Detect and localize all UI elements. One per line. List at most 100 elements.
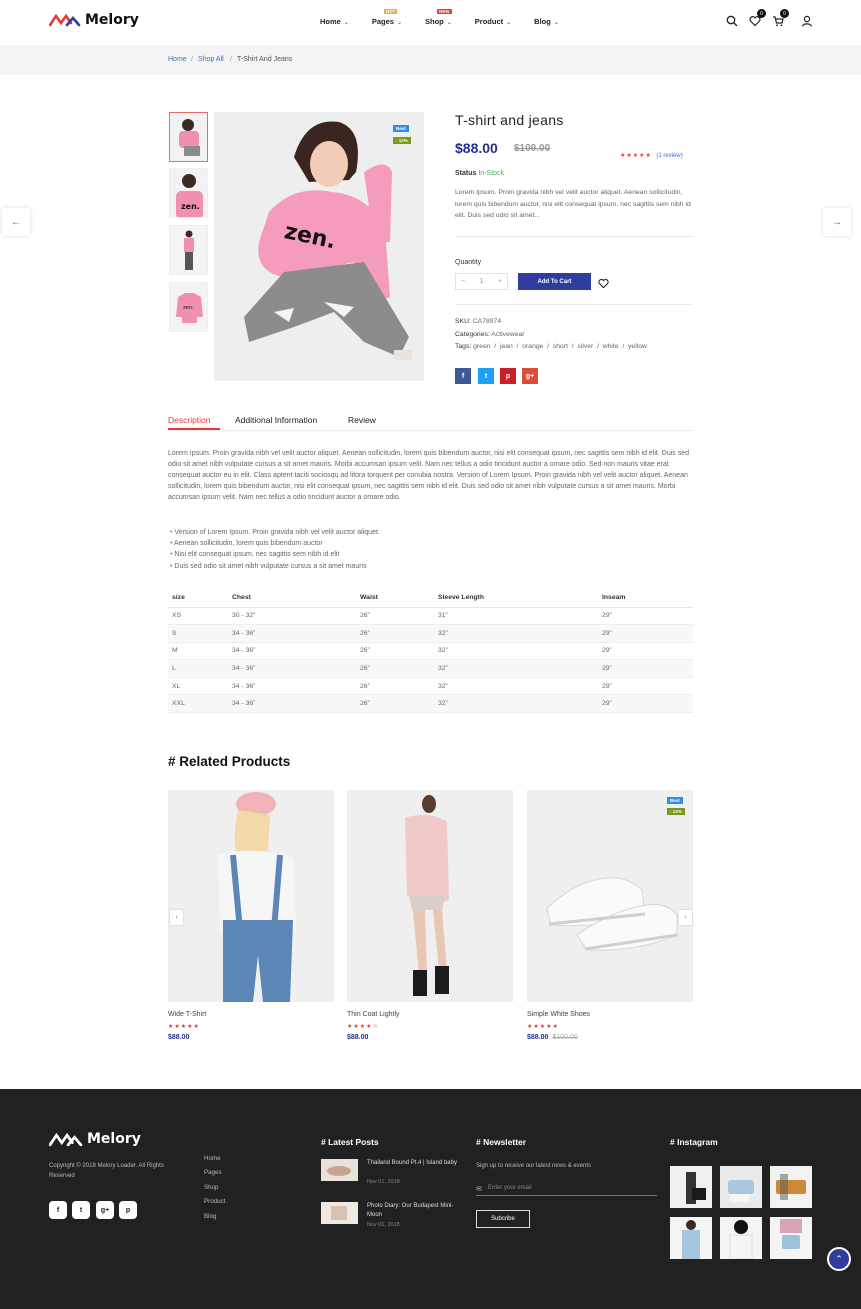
plus-icon[interactable]: + [498,278,502,285]
instagram-photo[interactable] [770,1166,812,1208]
add-to-cart-button[interactable]: Add To Cart [518,273,591,290]
user-icon[interactable] [801,14,813,27]
post-title[interactable]: Photo Diary: Our Budapest Mini-Moon [367,1202,467,1220]
table-cell: 34 - 36” [228,624,356,643]
footer-link-pages[interactable]: Pages [204,1166,225,1180]
wishlist-icon[interactable]: 0 [749,9,766,27]
product-image[interactable] [347,790,513,1002]
nav-shop[interactable]: NEW Shop ⌄ [425,9,452,26]
post-item[interactable]: Photo Diary: Our Budapest Mini-Moon Nov … [321,1202,471,1232]
table-cell: 32” [434,659,598,678]
footer-link-product[interactable]: Product [204,1195,225,1209]
nav-pages[interactable]: HOT Pages ⌄ [372,9,403,26]
category-link[interactable]: Activewear [491,331,524,338]
pinterest-icon[interactable]: p [119,1201,137,1219]
post-thumbnail[interactable] [321,1202,358,1224]
product-thumb[interactable]: zen. [169,282,208,332]
cart-icon[interactable]: 0 [772,9,789,27]
product-main-image[interactable]: zen. Best - 12% [214,112,424,381]
back-to-top-chevron-up-icon[interactable]: ⌃ [827,1247,851,1271]
divider [455,304,693,305]
table-row: S 34 - 36” 26” 32” 29” [168,624,693,643]
rating-stars: ★★★★★ [620,153,652,159]
logo[interactable]: Melory [49,12,139,28]
nav-blog[interactable]: Blog ⌄ [534,17,559,26]
tag-links[interactable]: green / jean / orange / short / silver /… [473,343,647,350]
facebook-share-icon[interactable]: f [455,368,471,384]
next-product-arrow-icon[interactable]: → [823,208,851,236]
breadcrumb-home[interactable]: Home [168,56,187,63]
footer-link-shop[interactable]: Shop [204,1181,225,1195]
table-cell: 29” [598,642,693,661]
chevron-down-icon: ⌄ [506,20,512,26]
related-product-card[interactable]: Thin Coat Lightly ★★★★☆ $88.00 [347,790,513,1041]
breadcrumb-separator: / [230,56,232,63]
google-plus-icon[interactable]: g+ [96,1201,114,1219]
product-thumb[interactable]: zen. [169,168,208,218]
instagram-photo[interactable] [670,1217,712,1259]
product-image[interactable]: Best - 12% [527,790,693,1002]
post-item[interactable]: Thailand Bound Pt.4 | Island baby Nov 01… [321,1159,471,1189]
tab-review[interactable]: Review [348,415,376,425]
footer-logo[interactable]: Melory [49,1131,141,1147]
divider [455,236,693,237]
breadcrumb-shop[interactable]: Shop All [198,56,224,63]
column-header: Waist [356,589,434,608]
product-name[interactable]: Thin Coat Lightly [347,1011,513,1018]
list-item: Nisi elit consequat ipsum, nec sagittis … [170,549,380,560]
review-link[interactable]: (1 review) [656,153,682,159]
newsletter-text: Sign up to receive our latest news & eve… [476,1163,592,1169]
description-bullets: Version of Lorem Ipsum. Proin gravida ni… [170,527,380,572]
table-cell: 26” [356,659,434,678]
email-input[interactable]: ✉ Enter your email [476,1180,657,1196]
instagram-photo[interactable] [770,1217,812,1259]
footer-link-home[interactable]: Home [204,1152,225,1166]
facebook-icon[interactable]: f [49,1201,67,1219]
price: $88.00 [527,1034,549,1041]
subscribe-button[interactable]: Subcribe [476,1210,530,1228]
instagram-heading: # Instagram [670,1137,718,1147]
quantity-value[interactable]: 1 [480,278,484,285]
table-cell: 26” [356,642,434,661]
post-title[interactable]: Thailand Bound Pt.4 | Island baby [367,1159,467,1168]
product-name[interactable]: Simple White Shoes [527,1011,693,1018]
carousel-prev-arrow-icon[interactable]: ‹ [170,910,183,925]
carousel-next-arrow-icon[interactable]: › [679,910,692,925]
list-item: Duis sed odio sit amet nibh vulputate cu… [170,561,380,572]
table-row: M 34 - 36” 26” 32” 29” [168,642,693,661]
product-thumb[interactable] [169,112,208,162]
instagram-photo[interactable] [670,1166,712,1208]
instagram-photo[interactable] [720,1166,762,1208]
table-cell: 30 - 32” [228,607,356,626]
copyright-text: Copyright © 2018 Melory Loader. All Righ… [49,1163,164,1179]
table-cell: 32” [434,677,598,696]
related-product-card[interactable]: Best - 12% Simple White Shoes ★★★★★ $88.… [527,790,693,1041]
table-row: XXL 34 - 36” 26” 32” 29” [168,694,693,714]
quantity-stepper[interactable]: − 1 + [455,273,508,290]
twitter-icon[interactable]: t [72,1201,90,1219]
post-thumbnail[interactable] [321,1159,358,1181]
table-cell: 34 - 36” [228,642,356,661]
tags-row: Tags: green / jean / orange / short / si… [455,343,647,350]
chevron-down-icon: ⌄ [396,20,403,26]
instagram-photo[interactable] [720,1217,762,1259]
pinterest-share-icon[interactable]: p [500,368,516,384]
minus-icon[interactable]: − [461,278,465,285]
tab-additional-information[interactable]: Additional Information [235,415,317,425]
nav-home[interactable]: Home ⌄ [320,17,349,26]
nav-label: Product [474,17,504,26]
product-image[interactable] [168,790,334,1002]
footer-link-blog[interactable]: Blog [204,1210,225,1224]
google-plus-share-icon[interactable]: g+ [522,368,538,384]
related-product-card[interactable]: Wide T-Shirt ★★★★★ $88.00 [168,790,334,1041]
nav-product[interactable]: Product ⌄ [475,17,511,26]
table-cell: 26” [356,677,434,696]
product-thumb[interactable] [169,225,208,275]
table-cell: M [168,642,228,661]
tab-description[interactable]: Description [168,415,211,425]
twitter-share-icon[interactable]: t [478,368,494,384]
prev-product-arrow-icon[interactable]: ← [2,208,30,236]
search-icon[interactable] [726,14,738,27]
product-name[interactable]: Wide T-Shirt [168,1011,334,1018]
add-to-wishlist-heart-icon[interactable] [598,276,609,294]
